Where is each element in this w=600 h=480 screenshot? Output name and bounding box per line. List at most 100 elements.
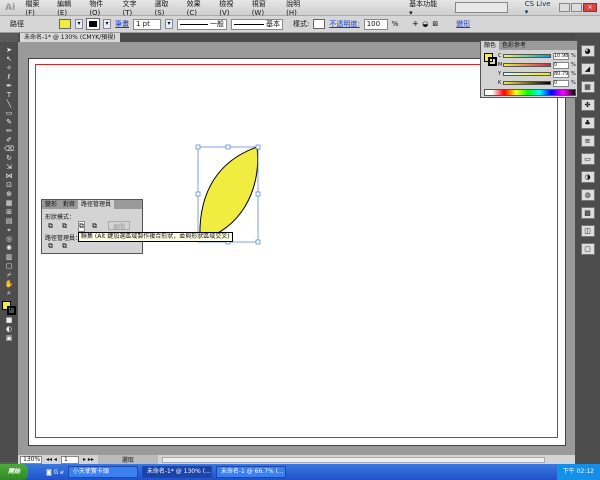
width-tool-icon[interactable]: ⋈ bbox=[4, 172, 14, 180]
graphic-styles-icon[interactable]: ▩ bbox=[580, 207, 595, 219]
symbols-icon[interactable]: ♣ bbox=[580, 117, 595, 129]
menu-help[interactable]: 說明(H) bbox=[281, 0, 314, 17]
gradient-panel-icon[interactable]: ▭ bbox=[580, 153, 595, 165]
variable-width-profile[interactable]: 一般 bbox=[177, 18, 227, 30]
rectangle-tool-icon[interactable]: ▭ bbox=[4, 109, 14, 117]
start-button[interactable]: 開始 bbox=[0, 464, 29, 480]
brushes-icon[interactable]: ✤ bbox=[580, 99, 595, 111]
restore-button[interactable] bbox=[571, 3, 582, 12]
close-button[interactable]: × bbox=[583, 3, 597, 12]
cs-live-button[interactable]: CS Live ▾ bbox=[520, 0, 559, 16]
tab-transform[interactable]: 變形 bbox=[42, 200, 60, 209]
minimize-button[interactable] bbox=[559, 3, 570, 12]
rotate-tool-icon[interactable]: ↻ bbox=[4, 154, 14, 162]
artboard-tool-icon[interactable]: ▢ bbox=[4, 262, 14, 270]
fill-stroke-indicator[interactable] bbox=[2, 301, 16, 315]
zoom-field[interactable]: 130% bbox=[20, 455, 42, 464]
horizontal-scrollbar[interactable] bbox=[161, 456, 545, 463]
eraser-icon[interactable]: ⌫ bbox=[4, 145, 14, 153]
blend-tool-icon[interactable]: ◎ bbox=[4, 235, 14, 243]
stroke-swatch[interactable] bbox=[86, 18, 100, 30]
screen-mode-icon[interactable]: ▣ bbox=[4, 334, 14, 342]
artboard-number-field[interactable]: 1 bbox=[60, 455, 79, 464]
fill-dropdown[interactable]: ▾ bbox=[75, 19, 83, 29]
artboard-nav-next[interactable]: ▸ ▸▸ bbox=[83, 456, 94, 463]
paintbrush-icon[interactable]: ✎ bbox=[4, 118, 14, 126]
line-tool-icon[interactable]: ╲ bbox=[4, 100, 14, 108]
direct-selection-tool-icon[interactable]: ↖ bbox=[4, 55, 14, 63]
artboards-icon[interactable]: ▢ bbox=[580, 243, 595, 255]
menu-object[interactable]: 物件(O) bbox=[84, 0, 117, 17]
pen-tool-icon[interactable]: ✒ bbox=[4, 82, 14, 90]
magic-wand-icon[interactable]: ✧ bbox=[4, 64, 14, 72]
stroke-color-swatch[interactable] bbox=[488, 57, 497, 66]
leaf-shape[interactable] bbox=[199, 146, 259, 241]
menu-type[interactable]: 文字(T) bbox=[117, 0, 149, 17]
artboard-nav[interactable]: ◂◂ ◂ bbox=[46, 456, 57, 463]
magenta-slider[interactable] bbox=[503, 63, 551, 67]
zoom-tool-icon[interactable]: ⌕ bbox=[4, 289, 14, 297]
status-mode[interactable]: 選取 bbox=[97, 455, 158, 464]
task-photoshop[interactable]: 未命名-1 @ 66.7% (... bbox=[215, 466, 286, 478]
menu-window[interactable]: 視窗(W) bbox=[247, 0, 281, 17]
hand-tool-icon[interactable]: ✋ bbox=[4, 280, 14, 288]
magenta-value[interactable]: 0 bbox=[553, 62, 569, 69]
intersect-icon[interactable]: ⧉ bbox=[78, 221, 85, 232]
yellow-slider[interactable] bbox=[503, 72, 551, 76]
transform-link[interactable]: 變形 bbox=[456, 19, 470, 29]
color-spectrum-bar[interactable] bbox=[484, 89, 576, 96]
fill-swatch[interactable] bbox=[59, 19, 71, 29]
brush-definition[interactable]: 基本 bbox=[231, 18, 283, 30]
tab-pathfinder[interactable]: 路徑管理員 bbox=[78, 200, 115, 209]
color-mode-icon[interactable]: ■ bbox=[4, 316, 14, 324]
stroke-dropdown[interactable]: ▾ bbox=[103, 19, 111, 29]
black-value[interactable]: 0 bbox=[553, 80, 569, 87]
unite-icon[interactable]: ⧉ bbox=[48, 222, 53, 231]
tab-align[interactable]: 對齊 bbox=[60, 200, 78, 209]
black-slider[interactable] bbox=[503, 81, 551, 85]
recolor-icon[interactable]: ◒ bbox=[422, 20, 428, 28]
stroke-panel-icon[interactable]: ≡ bbox=[580, 135, 595, 147]
stroke-weight-field[interactable]: 1 pt bbox=[133, 18, 161, 30]
menu-edit[interactable]: 編輯(E) bbox=[52, 0, 84, 17]
opacity-field[interactable]: 100 bbox=[363, 18, 388, 30]
minus-front-icon[interactable]: ⧉ bbox=[62, 222, 67, 231]
shape-builder-icon[interactable]: ⊕ bbox=[4, 190, 14, 198]
cyan-value[interactable]: 10.98 bbox=[553, 53, 569, 60]
blob-brush-icon[interactable]: ✐ bbox=[4, 136, 14, 144]
task-folder[interactable]: 小天使實卡頭 bbox=[67, 466, 138, 478]
opacity-link[interactable]: 不透明度: bbox=[329, 19, 359, 29]
pencil-icon[interactable]: ✏ bbox=[4, 127, 14, 135]
menu-select[interactable]: 選取(S) bbox=[149, 0, 181, 17]
task-illustrator[interactable]: 未命名-1* @ 130% (... bbox=[141, 466, 212, 478]
selection-tool-icon[interactable]: ➤ bbox=[4, 46, 14, 54]
eyedropper-icon[interactable]: ⌖ bbox=[4, 226, 14, 234]
type-tool-icon[interactable]: T bbox=[4, 91, 14, 99]
color-guide-icon[interactable]: ◢ bbox=[580, 63, 595, 75]
lasso-icon[interactable]: ℓ bbox=[4, 73, 14, 81]
cyan-slider[interactable] bbox=[503, 54, 551, 58]
menu-file[interactable]: 檔案(F) bbox=[20, 0, 52, 17]
layers-icon[interactable]: ◫ bbox=[580, 225, 595, 237]
document-tab[interactable]: 未命名-1* @ 130% (CMYK/預視) bbox=[20, 33, 120, 42]
appearance-icon[interactable]: ◍ bbox=[580, 189, 595, 201]
style-swatch[interactable] bbox=[313, 19, 326, 29]
mesh-tool-icon[interactable]: ⊞ bbox=[4, 208, 14, 216]
yellow-value[interactable]: 80.79 bbox=[553, 71, 569, 78]
divide-icon[interactable]: ⧉ bbox=[48, 242, 53, 251]
stroke-link[interactable]: 筆畫 bbox=[115, 19, 129, 29]
perspective-grid-icon[interactable]: ▦ bbox=[4, 199, 14, 207]
workspace-switcher[interactable]: 基本功能 ▾ bbox=[404, 0, 445, 17]
swatches-icon[interactable]: ▦ bbox=[580, 81, 595, 93]
quick-launch-icons[interactable]: ◙ G ℯ bbox=[46, 469, 64, 476]
scale-tool-icon[interactable]: ⇲ bbox=[4, 163, 14, 171]
free-transform-icon[interactable]: ⊡ bbox=[4, 181, 14, 189]
menu-view[interactable]: 檢視(V) bbox=[214, 0, 246, 17]
exclude-icon[interactable]: ⧉ bbox=[92, 222, 97, 231]
symbol-sprayer-icon[interactable]: ✺ bbox=[4, 244, 14, 252]
tab-color-guide[interactable]: 色彩參考 bbox=[499, 41, 529, 50]
slice-tool-icon[interactable]: ⌿ bbox=[4, 271, 14, 279]
trim-icon[interactable]: ⧉ bbox=[62, 242, 67, 251]
tab-color[interactable]: 顏色 bbox=[481, 41, 500, 50]
select-similar-icon[interactable]: ⁜ bbox=[412, 20, 418, 28]
